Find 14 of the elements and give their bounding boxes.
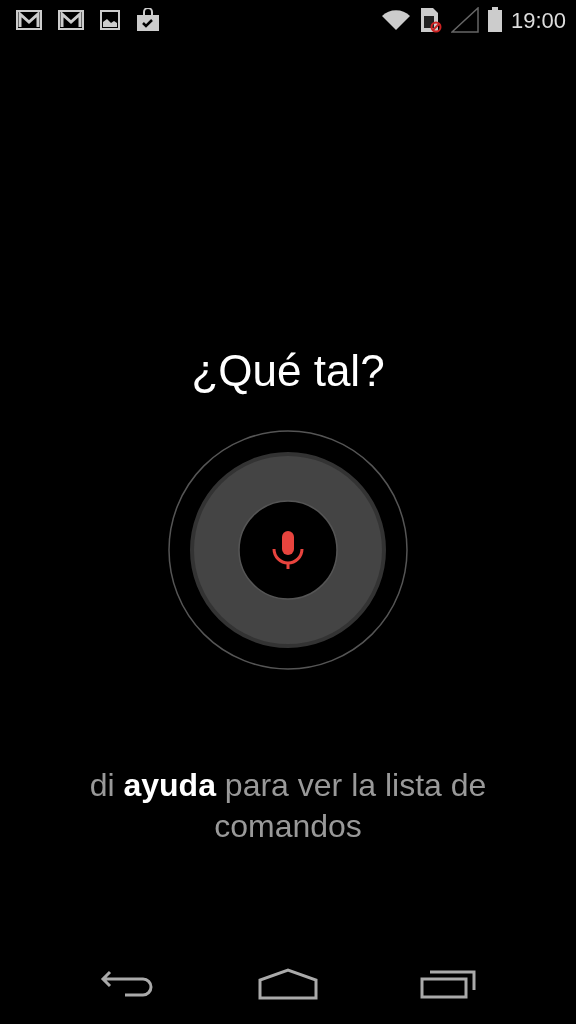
clock-time: 19:00 xyxy=(510,6,566,35)
battery-icon xyxy=(486,7,503,33)
mail-icon xyxy=(58,10,84,30)
hint-text: di ayuda para ver la lista de comandos xyxy=(88,765,488,847)
prompt-text: ¿Qué tal? xyxy=(190,345,386,397)
recent-apps-icon[interactable] xyxy=(420,969,476,999)
image-icon xyxy=(100,10,120,30)
sim-card-icon xyxy=(418,7,443,33)
microphone-button[interactable] xyxy=(168,429,408,670)
wifi-icon xyxy=(380,9,411,31)
home-icon[interactable] xyxy=(258,968,318,1000)
mail-icon xyxy=(16,10,42,30)
signal-icon xyxy=(450,7,479,33)
shopping-bag-icon xyxy=(136,8,160,32)
